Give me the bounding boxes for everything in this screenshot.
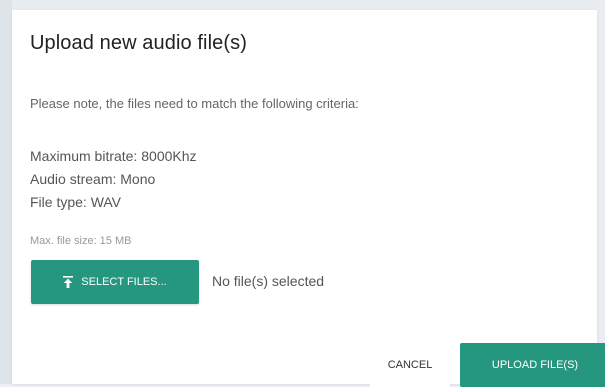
select-files-button[interactable]: SELECT FILES... [31, 260, 199, 304]
upload-files-button[interactable]: UPLOAD FILE(S) [460, 343, 605, 387]
upload-dialog: Upload new audio file(s) Please note, th… [12, 10, 605, 387]
select-files-label: SELECT FILES... [81, 276, 167, 288]
no-files-status: No file(s) selected [212, 273, 325, 289]
criteria-audio-stream: Audio stream: Mono [30, 171, 156, 187]
side-strip [0, 0, 12, 384]
max-file-size: Max. file size: 15 MB [30, 235, 132, 247]
cancel-button[interactable]: CANCEL [370, 343, 450, 387]
upload-icon [63, 276, 74, 288]
criteria-file-type: File type: WAV [30, 194, 122, 210]
criteria-list: Maximum bitrate: 8000Khz Audio stream: M… [30, 145, 197, 214]
criteria-bitrate: Maximum bitrate: 8000Khz [30, 148, 197, 164]
dialog-title: Upload new audio file(s) [30, 32, 247, 54]
criteria-note: Please note, the files need to match the… [30, 96, 359, 111]
